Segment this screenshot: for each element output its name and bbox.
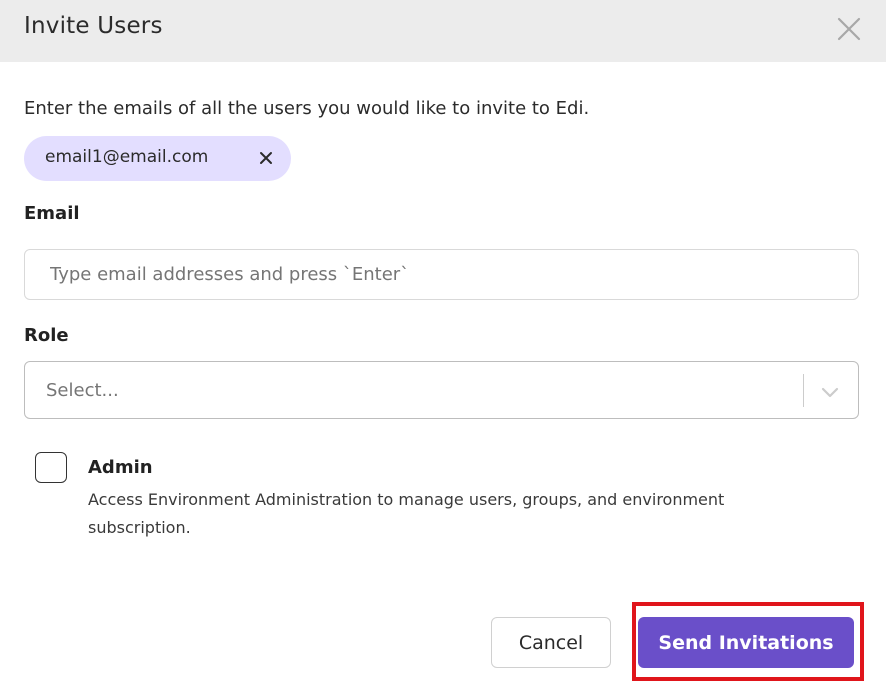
email-chip-label: email1@email.com [45,147,209,167]
invite-users-dialog: Invite Users Enter the emails of all the… [0,0,886,697]
email-chip: email1@email.com [24,136,291,181]
role-dropdown-toggle[interactable] [820,382,840,402]
role-select[interactable]: Select... [24,361,859,419]
role-label: Role [24,325,69,346]
send-invitations-button[interactable]: Send Invitations [638,617,854,668]
dialog-header: Invite Users [0,0,886,62]
chevron-down-icon [821,387,839,398]
admin-description: Access Environment Administration to man… [88,490,725,537]
close-icon [837,17,861,41]
intro-text: Enter the emails of all the users you wo… [24,98,590,119]
role-select-separator [803,374,804,407]
email-input[interactable] [24,249,859,300]
dialog-title: Invite Users [24,13,163,39]
admin-title: Admin [88,457,153,478]
close-button[interactable] [834,14,864,44]
remove-email-chip-button[interactable] [257,149,275,167]
cancel-button[interactable]: Cancel [491,617,611,668]
close-icon [260,152,272,164]
email-label: Email [24,203,80,224]
role-select-placeholder: Select... [46,380,119,401]
admin-checkbox[interactable] [35,452,67,483]
